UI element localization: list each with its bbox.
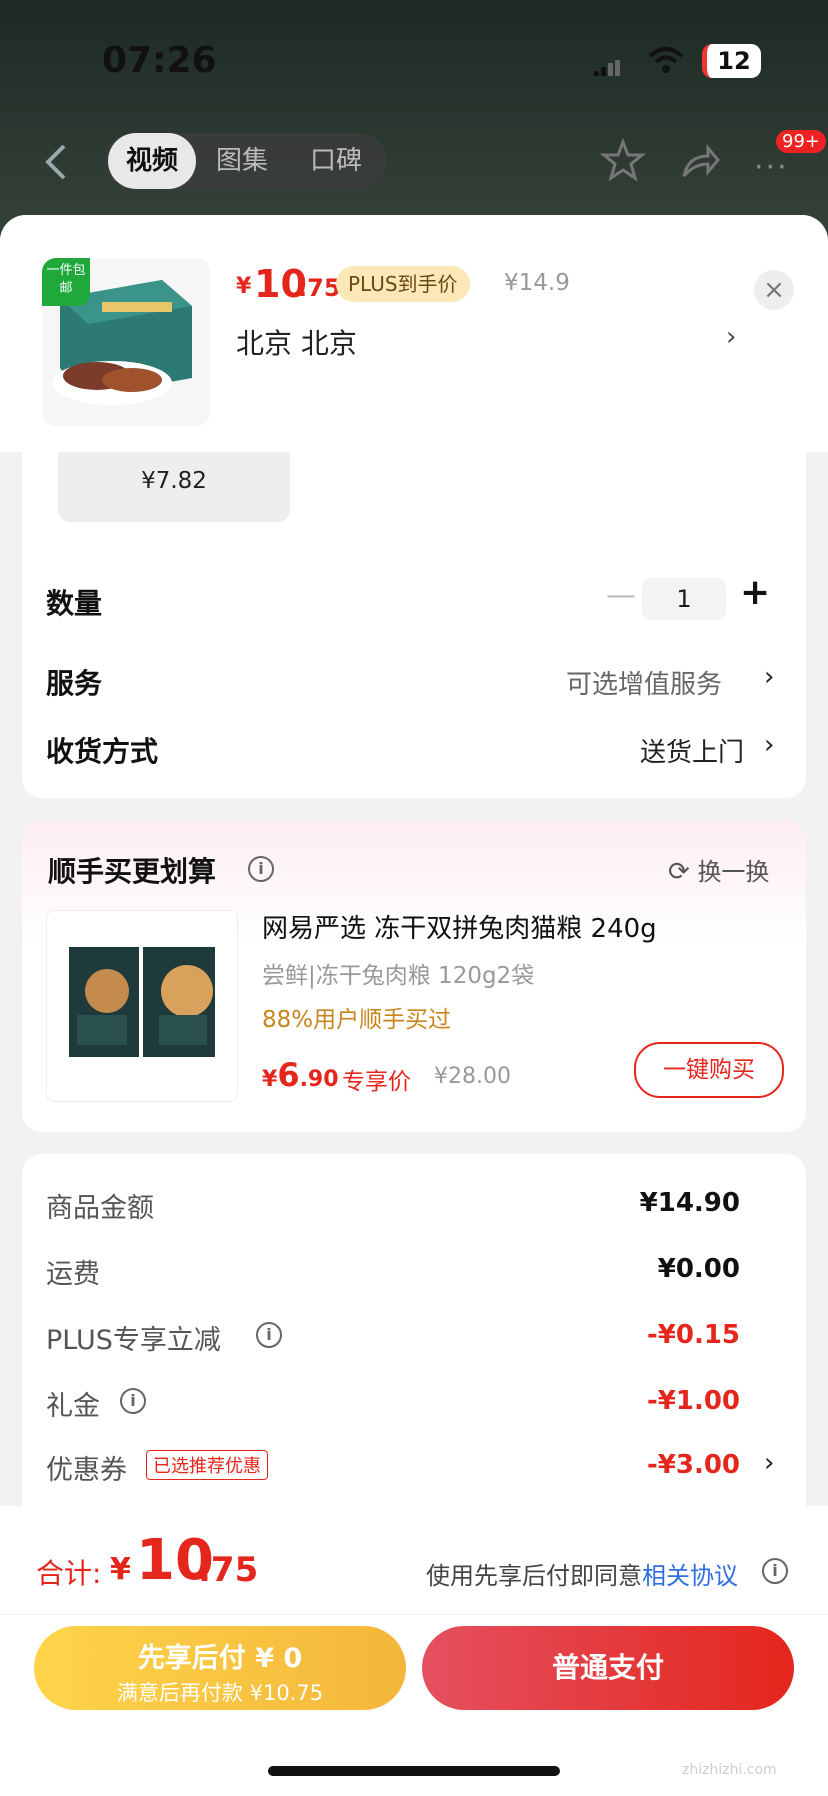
quantity-input[interactable]: 1 (642, 578, 726, 620)
agreement-link[interactable]: 相关协议 (642, 1562, 738, 1590)
deal-exclusive-label: 专享价 (342, 1069, 411, 1095)
info-icon[interactable]: i (248, 856, 274, 882)
service-selector[interactable]: 可选增值服务 (566, 664, 722, 701)
swap-button[interactable]: ⟳ 换一换 (668, 852, 769, 887)
quantity-label: 数量 (46, 587, 103, 620)
total-label: 合计: (36, 1557, 102, 1590)
wifi-icon (648, 47, 684, 73)
chevron-right-icon: › (764, 662, 775, 692)
deal-title: 顺手买更划算 (48, 855, 217, 888)
price-decimal: .75 (298, 274, 341, 302)
service-label: 服务 (46, 667, 103, 700)
status-time: 07:26 (102, 40, 217, 81)
delivery-location[interactable]: 北京 北京 (236, 322, 357, 362)
agreement-text: 使用先享后付即同意相关协议 (426, 1562, 738, 1590)
notification-badge: 99+ (776, 130, 826, 153)
summary-shipping-value: ¥0.00 (657, 1254, 740, 1284)
variant-price: ¥7.82 (141, 468, 207, 494)
quantity-decrease-button[interactable]: — (606, 578, 636, 613)
watermark-url: zhizhizhi.com (682, 1762, 777, 1778)
free-shipping-tag: 一件包邮 (42, 258, 90, 306)
share-icon[interactable] (678, 140, 722, 184)
total-symbol: ¥ (110, 1552, 131, 1587)
back-icon[interactable] (42, 142, 70, 182)
plus-price-badge: PLUS到手价 (336, 266, 470, 302)
summary-gift-label: 礼金 (46, 1391, 100, 1422)
tab-video[interactable]: 视频 (108, 133, 197, 189)
pay-later-button[interactable]: 先享后付 ¥ 0 满意后再付款 ¥10.75 (34, 1626, 406, 1710)
info-icon[interactable]: i (762, 1558, 788, 1584)
signal-icon (594, 60, 620, 76)
favorite-star-icon[interactable] (600, 138, 646, 184)
battery-indicator: 12 (702, 44, 761, 78)
divider (0, 1614, 828, 1615)
deal-product-spec: 尝鲜|冻干兔肉粮 120g2袋 (262, 963, 535, 989)
tab-reviews[interactable]: 口碑 (310, 133, 362, 189)
summary-plus-discount-label: PLUS专享立减 (46, 1325, 221, 1356)
coupon-selected-tag: 已选推荐优惠 (146, 1450, 268, 1480)
summary-plus-discount-value: -¥0.15 (646, 1320, 740, 1350)
chevron-right-icon: › (726, 322, 737, 352)
original-price: ¥14.9 (504, 270, 570, 296)
info-icon[interactable]: i (120, 1388, 146, 1414)
deal-product-name[interactable]: 网易严选 冻干双拼兔肉猫粮 240g (262, 908, 657, 945)
one-click-buy-button[interactable]: 一键购买 (634, 1042, 784, 1098)
total-decimal: .75 (198, 1550, 259, 1590)
summary-goods-value: ¥14.90 (639, 1188, 740, 1218)
delivery-method-label: 收货方式 (46, 735, 159, 768)
refresh-icon: ⟳ (668, 857, 690, 887)
price-symbol: ¥ (236, 274, 252, 299)
info-icon[interactable]: i (256, 1322, 282, 1348)
deal-original-price: ¥28.00 (434, 1064, 511, 1089)
summary-shipping-label: 运费 (46, 1259, 100, 1290)
summary-gift-value: -¥1.00 (646, 1386, 740, 1416)
tab-gallery[interactable]: 图集 (216, 133, 268, 189)
delivery-method-selector[interactable]: 送货上门 (640, 732, 744, 769)
home-indicator (268, 1766, 560, 1776)
summary-coupon-label: 优惠券 (46, 1455, 127, 1486)
chevron-right-icon: › (764, 730, 775, 760)
normal-pay-button[interactable]: 普通支付 (422, 1626, 794, 1710)
close-button[interactable]: × (754, 270, 794, 310)
chevron-right-icon: › (764, 1448, 775, 1478)
summary-coupon-value[interactable]: -¥3.00 (540, 1450, 740, 1480)
more-icon[interactable]: ··· (754, 150, 789, 185)
deal-price: ¥6.90 (262, 1056, 339, 1094)
deal-repurchase-rate: 88%用户顺手买过 (262, 1007, 452, 1033)
quantity-increase-button[interactable]: + (740, 572, 770, 613)
watermark-logo: 值值值 (676, 1712, 784, 1752)
summary-goods-label: 商品金额 (46, 1193, 154, 1224)
deal-product-image[interactable] (46, 910, 238, 1102)
